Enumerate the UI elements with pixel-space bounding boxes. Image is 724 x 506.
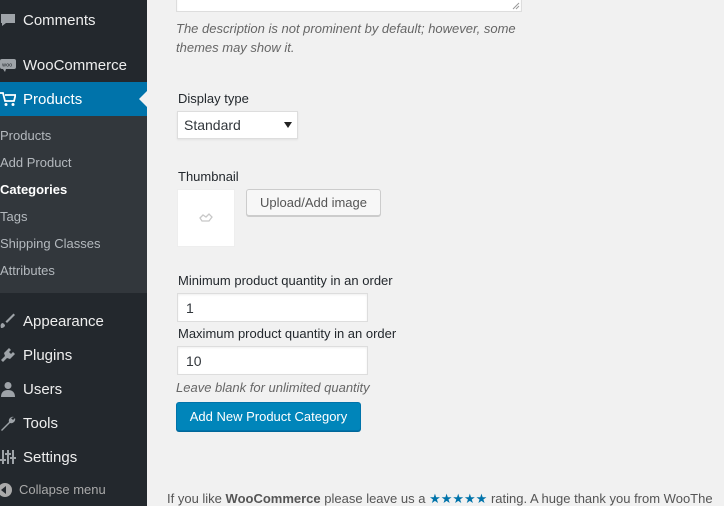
description-textarea[interactable] — [176, 0, 522, 12]
user-icon — [0, 380, 16, 398]
svg-text:woo: woo — [2, 63, 12, 69]
menu-item-woocommerce[interactable]: woo WooCommerce — [0, 48, 147, 82]
submenu-item-shipping-classes[interactable]: Shipping Classes — [0, 236, 100, 251]
menu-item-users[interactable]: Users — [0, 372, 147, 406]
min-qty-input[interactable]: 1 — [177, 293, 368, 322]
submenu-item-categories[interactable]: Categories — [0, 182, 67, 197]
cart-icon — [0, 90, 16, 108]
menu-item-comments[interactable]: Comments — [0, 3, 147, 37]
description-hint-line: The description is not prominent by defa… — [176, 21, 516, 36]
woocommerce-icon: woo — [0, 56, 16, 74]
footer-rating-text: If you like WooCommerce please leave us … — [167, 491, 713, 506]
menu-item-label: Products — [23, 90, 83, 108]
description-hint-line: themes may show it. — [176, 40, 295, 55]
thumbnail-label: Thumbnail — [178, 169, 239, 184]
min-qty-value: 1 — [186, 299, 194, 316]
dropdown-arrow-icon — [284, 122, 292, 128]
description-hint: The description is not prominent by defa… — [176, 19, 536, 57]
footer-text: please leave us a — [320, 491, 430, 506]
menu-item-label: WooCommerce — [23, 56, 127, 74]
menu-item-label: Tools — [23, 414, 59, 432]
menu-item-label: Plugins — [23, 346, 73, 364]
submenu-item-products[interactable]: Products — [0, 128, 51, 143]
submenu-item-attributes[interactable]: Attributes — [0, 263, 55, 278]
wrench-icon — [0, 414, 16, 432]
submenu-item-tags[interactable]: Tags — [0, 209, 27, 224]
footer-text: rating. A huge thank you from WooThe — [487, 491, 713, 506]
menu-item-tools[interactable]: Tools — [0, 406, 147, 440]
menu-item-label: Settings — [23, 448, 78, 466]
admin-sidebar: Comments woo WooCommerce Products Produc… — [0, 0, 147, 506]
collapse-menu-label: Collapse menu — [19, 482, 106, 497]
display-type-value: Standard — [184, 117, 241, 133]
menu-item-products[interactable]: Products — [0, 82, 147, 116]
products-submenu: Products Add Product Categories Tags Shi… — [0, 116, 147, 293]
upload-image-button[interactable]: Upload/Add image — [246, 189, 381, 216]
paintbrush-icon — [0, 312, 16, 330]
display-type-select[interactable]: Standard — [177, 111, 298, 139]
menu-item-appearance[interactable]: Appearance — [0, 304, 147, 338]
add-category-button[interactable]: Add New Product Category — [176, 402, 361, 431]
resize-grip-icon[interactable] — [512, 2, 520, 10]
menu-item-label: Comments — [23, 11, 96, 29]
max-qty-input[interactable]: 10 — [177, 346, 368, 375]
display-type-label: Display type — [178, 91, 249, 106]
comments-icon — [0, 11, 16, 29]
menu-item-plugins[interactable]: Plugins — [0, 338, 147, 372]
min-qty-label: Minimum product quantity in an order — [178, 273, 393, 288]
menu-item-label: Users — [23, 380, 63, 398]
max-qty-label: Maximum product quantity in an order — [178, 326, 397, 341]
plug-icon — [0, 346, 16, 364]
max-qty-value: 10 — [186, 352, 202, 369]
sliders-icon — [0, 448, 16, 466]
collapse-menu-button[interactable]: Collapse menu — [0, 482, 106, 497]
collapse-arrow-icon — [0, 482, 12, 497]
menu-item-settings[interactable]: Settings — [0, 440, 147, 474]
footer-brand: WooCommerce — [225, 491, 321, 506]
menu-item-label: Appearance — [23, 312, 104, 330]
rating-stars-link[interactable]: ★★★★★ — [429, 491, 487, 506]
qty-hint: Leave blank for unlimited quantity — [176, 380, 370, 395]
thumbnail-preview — [177, 189, 235, 247]
footer-text: If you like — [167, 491, 226, 506]
submenu-item-add-product[interactable]: Add Product — [0, 155, 72, 170]
placeholder-image-icon — [199, 213, 213, 222]
